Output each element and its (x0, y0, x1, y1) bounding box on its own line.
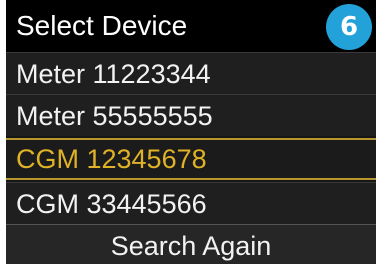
search-again-button[interactable]: Search Again (6, 224, 376, 264)
search-again-label: Search Again (110, 231, 272, 261)
device-item-meter-55555555[interactable]: Meter 55555555 (6, 94, 376, 136)
device-screen: Select Device Meter 11223344 Meter 55555… (6, 0, 376, 264)
title-bar: Select Device (6, 0, 376, 52)
device-item-cgm-12345678[interactable]: CGM 12345678 (6, 138, 376, 180)
screen-title: Select Device (16, 10, 188, 41)
device-item-label: Meter 55555555 (16, 101, 213, 131)
device-item-cgm-33445566[interactable]: CGM 33445566 (6, 182, 376, 224)
device-item-label: CGM 33445566 (16, 189, 207, 219)
device-item-label: CGM 12345678 (16, 144, 207, 174)
device-item-label: Meter 11223344 (16, 59, 211, 89)
device-item-meter-11223344[interactable]: Meter 11223344 (6, 52, 376, 94)
step-number-badge: 6 (326, 4, 372, 50)
